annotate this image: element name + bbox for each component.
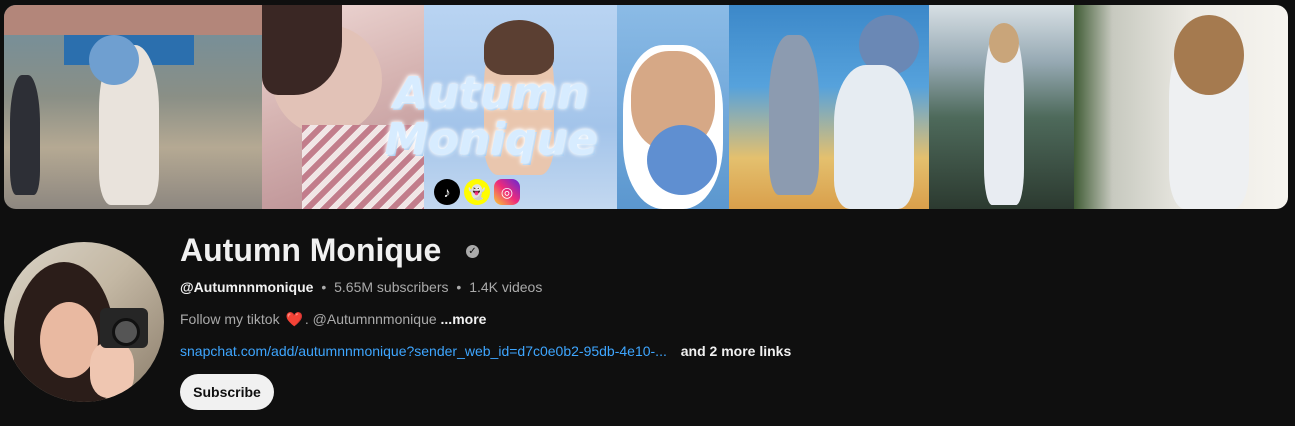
- banner-photo-1: [4, 5, 262, 209]
- instagram-icon: ◎: [494, 179, 520, 205]
- subscriber-count: 5.65M subscribers: [334, 279, 449, 295]
- avatar-hand: [90, 342, 134, 398]
- video-count: 1.4K videos: [469, 279, 543, 295]
- channel-name: Autumn Monique: [180, 232, 442, 268]
- meta-separator: •: [321, 279, 327, 295]
- banner-photo-4: [617, 5, 729, 209]
- heart-icon: ❤️: [285, 311, 303, 327]
- banner-photo-5: [729, 5, 929, 209]
- description-text: Follow my tiktok: [180, 311, 280, 327]
- channel-handle: @Autumnnmonique: [180, 279, 314, 295]
- banner-social-icons: ♪ 👻 ◎: [434, 179, 520, 205]
- channel-avatar[interactable]: [4, 242, 164, 402]
- channel-description[interactable]: Follow my tiktok ❤️. @Autumnnmonique ...…: [180, 311, 486, 328]
- tiktok-icon: ♪: [434, 179, 460, 205]
- snapchat-link[interactable]: snapchat.com/add/autumnnmonique?sender_w…: [180, 343, 667, 359]
- channel-links: snapchat.com/add/autumnnmonique?sender_w…: [180, 343, 791, 359]
- more-links-button[interactable]: and 2 more links: [681, 343, 791, 359]
- subscribe-button[interactable]: Subscribe: [180, 374, 274, 410]
- banner-photo-6: [929, 5, 1074, 209]
- channel-banner: Autumn Monique ♪ 👻 ◎: [4, 5, 1288, 209]
- meta-separator: •: [456, 279, 462, 295]
- avatar-camera-lens: [112, 318, 140, 346]
- channel-page: Autumn Monique ♪ 👻 ◎ Autumn Monique ✓ @A…: [0, 0, 1295, 426]
- banner-photo-7: [1074, 5, 1288, 209]
- snapchat-icon: 👻: [464, 179, 490, 205]
- description-more-button[interactable]: ...more: [441, 311, 487, 327]
- banner-title-line-1: Autumn: [393, 68, 589, 119]
- channel-meta: @Autumnnmonique • 5.65M subscribers • 1.…: [180, 279, 542, 295]
- banner-title-line-2: Monique: [384, 114, 598, 165]
- description-suffix: . @Autumnnmonique: [304, 311, 437, 327]
- verified-check-icon[interactable]: ✓: [466, 245, 479, 258]
- banner-title: Autumn Monique: [356, 71, 626, 163]
